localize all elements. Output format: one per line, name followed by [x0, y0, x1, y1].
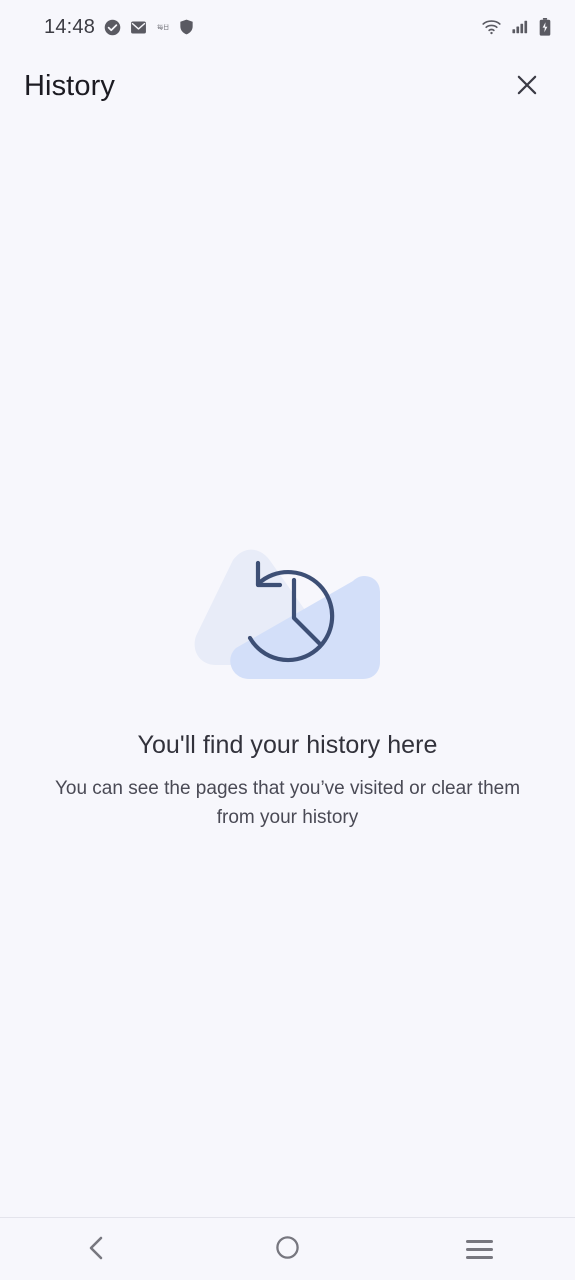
- chevron-left-icon: [85, 1235, 107, 1264]
- android-navigation-bar: [0, 1217, 575, 1280]
- wifi-icon: [482, 19, 501, 35]
- status-bar-right: [482, 18, 551, 36]
- history-content-area: You'll find your history here You can se…: [0, 118, 575, 1218]
- empty-state-description: You can see the pages that you’ve visite…: [54, 777, 521, 828]
- circle-icon: [275, 1235, 300, 1263]
- page-title: History: [24, 69, 115, 102]
- close-icon: [514, 72, 540, 101]
- empty-state: You'll find your history here You can se…: [0, 532, 575, 833]
- battery-charging-icon: [539, 18, 551, 36]
- menu-lines-icon: [465, 1239, 493, 1259]
- nav-home-button[interactable]: [192, 1218, 384, 1280]
- empty-state-title: You'll find your history here: [137, 730, 438, 759]
- status-bar: 14:48 每日: [0, 0, 575, 54]
- cellular-signal-icon: [512, 20, 528, 34]
- small-text-icon: 每日: [157, 23, 169, 31]
- app-header: History: [0, 54, 575, 118]
- status-bar-left: 14:48 每日: [44, 17, 194, 37]
- nav-recents-button[interactable]: [383, 1218, 575, 1280]
- nav-back-button[interactable]: [0, 1218, 192, 1280]
- mail-icon: [130, 19, 147, 36]
- check-circle-icon: [104, 19, 121, 36]
- history-clock-illustration: [188, 532, 388, 692]
- status-time: 14:48: [44, 16, 96, 38]
- close-button[interactable]: [505, 64, 549, 108]
- shield-icon: [179, 19, 194, 35]
